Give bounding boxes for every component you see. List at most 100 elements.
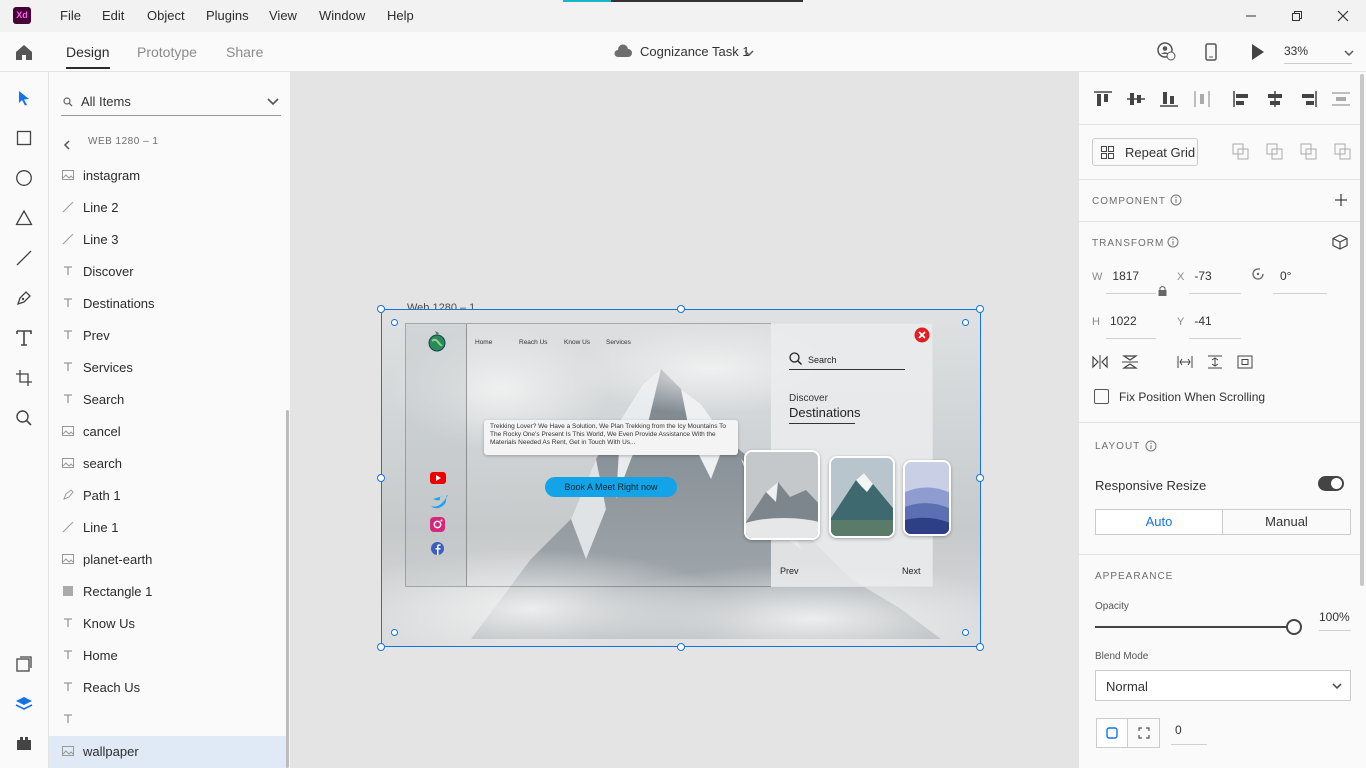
distribute-vertical-icon[interactable]	[1192, 90, 1212, 108]
radius-handle[interactable]	[391, 319, 398, 326]
flip-horizontal-icon[interactable]	[1092, 355, 1108, 369]
per-corner-radius-button[interactable]	[1129, 719, 1159, 747]
align-center-icon[interactable]	[1265, 90, 1285, 108]
line-tool[interactable]	[12, 246, 36, 270]
layer-item[interactable]: cancel	[49, 416, 287, 448]
artboard-tool[interactable]	[12, 366, 36, 390]
pen-tool[interactable]	[12, 286, 36, 310]
rectangle-tool[interactable]	[12, 126, 36, 150]
zoom-level[interactable]: 33%	[1284, 44, 1308, 58]
tab-share[interactable]: Share	[226, 32, 263, 72]
resize-handle[interactable]	[677, 643, 685, 651]
layer-item[interactable]: Line 1	[49, 512, 287, 544]
plugins-panel-button[interactable]	[12, 732, 36, 756]
layer-item[interactable]: Services	[49, 352, 287, 384]
layer-item[interactable]: Know Us	[49, 608, 287, 640]
opacity-value[interactable]: 100%	[1319, 610, 1350, 624]
repeat-grid-button[interactable]: Repeat Grid	[1092, 138, 1198, 166]
fix-position-checkbox[interactable]	[1094, 389, 1109, 404]
nav-reach-us[interactable]: Reach Us	[519, 339, 548, 346]
cancel-icon[interactable]	[914, 327, 930, 346]
next-button[interactable]: Next	[902, 566, 921, 576]
lock-aspect-button[interactable]	[1158, 285, 1167, 300]
text-tool[interactable]	[12, 326, 36, 350]
twitter-icon[interactable]	[430, 494, 448, 512]
uniform-radius-button[interactable]	[1097, 719, 1128, 747]
layer-item[interactable]: Rectangle 1	[49, 576, 287, 608]
boolean-exclude-icon[interactable]	[1334, 143, 1351, 160]
height-field[interactable]: H 1022	[1092, 314, 1137, 328]
zoom-tool[interactable]	[12, 406, 36, 430]
minimize-button[interactable]	[1228, 0, 1274, 32]
opacity-slider-track[interactable]	[1095, 626, 1295, 628]
menu-view[interactable]: View	[269, 0, 297, 32]
assets-panel-button[interactable]	[12, 652, 36, 676]
tab-prototype[interactable]: Prototype	[137, 32, 197, 72]
polygon-tool[interactable]	[12, 206, 36, 230]
prev-button[interactable]: Prev	[780, 566, 799, 576]
nav-home[interactable]: Home	[475, 339, 492, 346]
device-preview-button[interactable]	[1204, 42, 1218, 65]
nav-services[interactable]: Services	[606, 339, 631, 346]
resize-handle[interactable]	[677, 305, 685, 313]
instagram-icon[interactable]	[430, 517, 445, 535]
youtube-icon[interactable]	[430, 472, 446, 487]
align-right-icon[interactable]	[1298, 90, 1318, 108]
back-button[interactable]	[63, 138, 71, 153]
layer-item[interactable]: Discover	[49, 256, 287, 288]
align-left-icon[interactable]	[1232, 90, 1252, 108]
close-button[interactable]	[1320, 0, 1366, 32]
fit-width-icon[interactable]	[1177, 355, 1193, 369]
boolean-intersect-icon[interactable]	[1300, 143, 1317, 160]
opacity-slider-thumb[interactable]	[1286, 619, 1302, 635]
layer-item[interactable]: Reach Us	[49, 672, 287, 704]
manual-option[interactable]: Manual	[1222, 509, 1351, 535]
layer-item[interactable]: Home	[49, 640, 287, 672]
add-component-button[interactable]	[1335, 194, 1347, 209]
layers-panel-button[interactable]	[12, 692, 36, 716]
width-field[interactable]: W 1817	[1092, 269, 1139, 283]
resize-handle[interactable]	[976, 643, 984, 651]
boolean-subtract-icon[interactable]	[1266, 143, 1283, 160]
radius-handle[interactable]	[962, 629, 969, 636]
layer-item[interactable]: search	[49, 448, 287, 480]
zoom-chevron-icon[interactable]	[1344, 46, 1354, 61]
resize-handle[interactable]	[377, 305, 385, 313]
layers-scrollbar[interactable]	[286, 410, 289, 768]
share-user-button[interactable]	[1156, 42, 1176, 65]
radius-handle[interactable]	[391, 629, 398, 636]
layer-item[interactable]: instagram	[49, 160, 287, 192]
auto-option[interactable]: Auto	[1095, 509, 1223, 535]
menu-help[interactable]: Help	[387, 0, 414, 32]
artboard-web-1280[interactable]: Home Reach Us Know Us Services Trekking …	[381, 309, 981, 647]
corner-radius-value[interactable]: 0	[1175, 723, 1182, 737]
menu-file[interactable]: File	[60, 0, 81, 32]
layer-item[interactable]: Search	[49, 384, 287, 416]
layer-item[interactable]: wallpaper	[49, 736, 287, 768]
destination-card-1[interactable]	[744, 450, 820, 540]
layer-item[interactable]: Prev	[49, 320, 287, 352]
x-field[interactable]: X -73	[1177, 269, 1212, 283]
blend-mode-select[interactable]: Normal	[1095, 670, 1351, 701]
layer-item[interactable]: planet-earth	[49, 544, 287, 576]
radius-handle[interactable]	[962, 319, 969, 326]
chevron-down-icon[interactable]	[744, 46, 754, 61]
document-title[interactable]: Cognizance Task 1	[640, 44, 750, 59]
boolean-add-icon[interactable]	[1232, 143, 1249, 160]
align-middle-icon[interactable]	[1126, 90, 1146, 108]
resize-handle[interactable]	[976, 305, 984, 313]
distribute-horizontal-icon[interactable]	[1331, 90, 1351, 108]
fit-height-icon[interactable]	[1207, 355, 1223, 369]
resize-handle[interactable]	[377, 643, 385, 651]
select-tool[interactable]	[12, 86, 36, 110]
align-bottom-icon[interactable]	[1159, 90, 1179, 108]
tab-design[interactable]: Design	[66, 32, 110, 72]
layer-item[interactable]: Line 2	[49, 192, 287, 224]
destination-card-3[interactable]	[903, 460, 951, 536]
restore-button[interactable]	[1274, 0, 1320, 32]
rotation-value[interactable]: 0°	[1280, 269, 1291, 283]
layer-item[interactable]: Path 1	[49, 480, 287, 512]
panel-search-label[interactable]: Search	[808, 355, 837, 365]
design-canvas[interactable]: Web 1280 – 1 Home Reach Us Know Us Servi	[291, 72, 1078, 768]
menu-plugins[interactable]: Plugins	[206, 0, 249, 32]
